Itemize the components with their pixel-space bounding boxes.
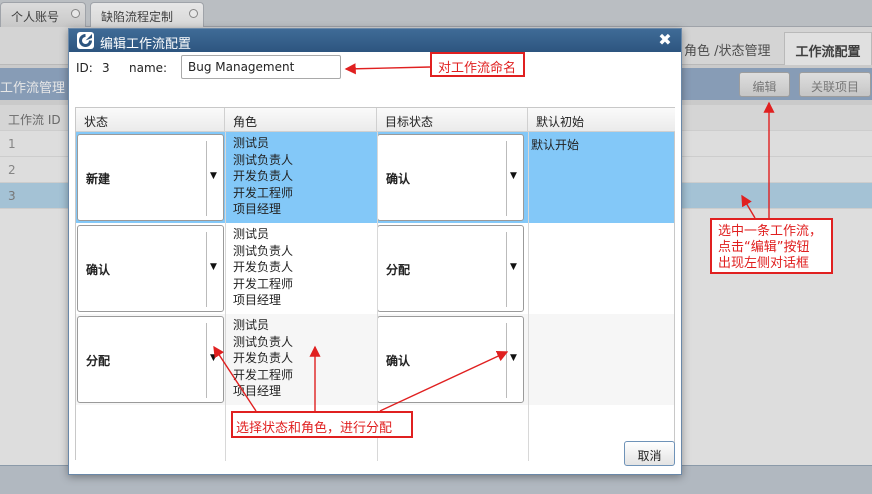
annotation-line: 选中一条工作流， — [718, 224, 823, 239]
annotation-select-note: 选中一条工作流， 点击“编辑”按钮 出现左侧对话框 — [710, 218, 833, 274]
annotation-line: 点击“编辑”按钮 — [718, 240, 810, 255]
annotation-name-note: 对工作流命名 — [430, 52, 525, 77]
annotation-assign-note: 选择状态和角色，进行分配 — [231, 411, 413, 438]
annotation-line: 出现左侧对话框 — [718, 256, 810, 271]
